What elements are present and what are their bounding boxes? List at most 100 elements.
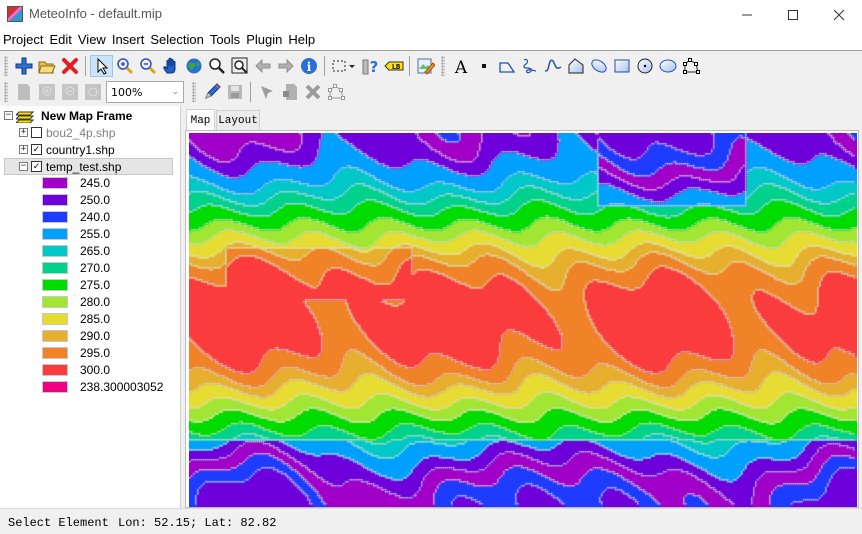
text-tool-icon: A bbox=[453, 58, 467, 75]
legend-swatch[interactable] bbox=[42, 296, 68, 308]
edit-pencil-button[interactable] bbox=[200, 81, 223, 103]
map-frame-node[interactable]: − New Map Frame bbox=[4, 107, 132, 124]
legend-label: 238.300003052 bbox=[80, 380, 164, 394]
toolbar-grip[interactable] bbox=[192, 82, 196, 102]
legend-swatch[interactable] bbox=[42, 364, 68, 376]
legend-swatch[interactable] bbox=[42, 194, 68, 206]
forward-button[interactable] bbox=[274, 55, 297, 77]
maximize-button[interactable] bbox=[770, 0, 816, 30]
zoom-in-icon bbox=[116, 58, 133, 75]
layer-item-selected[interactable]: − ✓ temp_test.shp bbox=[4, 158, 173, 175]
map-view-area: Map Layout bbox=[183, 106, 862, 508]
menu-edit[interactable]: Edit bbox=[46, 30, 74, 50]
page-fit-button[interactable] bbox=[81, 81, 104, 103]
add-layer-button[interactable] bbox=[12, 55, 35, 77]
close-button[interactable] bbox=[816, 0, 862, 30]
magnifier-icon bbox=[208, 58, 225, 74]
legend-swatch[interactable] bbox=[42, 211, 68, 223]
full-extent-button[interactable] bbox=[182, 55, 205, 77]
toolbar-grip[interactable] bbox=[4, 56, 8, 76]
select-pointer-button[interactable] bbox=[90, 55, 113, 77]
menu-help[interactable]: Help bbox=[285, 30, 318, 50]
layer-item[interactable]: + ✓ country1.shp bbox=[19, 141, 115, 158]
edit-vertices-button[interactable] bbox=[679, 55, 702, 77]
legend-swatch[interactable] bbox=[42, 262, 68, 274]
freehand-tool-button[interactable] bbox=[518, 55, 541, 77]
tab-map[interactable]: Map bbox=[186, 109, 215, 131]
expand-icon[interactable]: + bbox=[19, 128, 28, 137]
edit-layout-icon bbox=[417, 58, 435, 75]
minimize-button[interactable] bbox=[724, 0, 770, 30]
page-zoom-in-button[interactable] bbox=[35, 81, 58, 103]
legend-swatch[interactable] bbox=[42, 245, 68, 257]
forward-arrow-icon bbox=[278, 58, 294, 74]
zoom-in-button[interactable] bbox=[113, 55, 136, 77]
label-button[interactable]: LB bbox=[382, 55, 405, 77]
menu-tools[interactable]: Tools bbox=[207, 30, 243, 50]
select-rectangle-dropdown[interactable] bbox=[329, 55, 359, 77]
measure-help-icon: ? bbox=[362, 58, 378, 75]
edit-layout-button[interactable] bbox=[414, 55, 437, 77]
collapse-icon[interactable]: − bbox=[19, 162, 28, 171]
collapse-icon[interactable]: − bbox=[4, 111, 13, 120]
menu-selection[interactable]: Selection bbox=[147, 30, 206, 50]
layer-visibility-checkbox[interactable]: ✓ bbox=[31, 144, 42, 155]
page-zoom-out-button[interactable] bbox=[58, 81, 81, 103]
layer-visibility-checkbox[interactable]: ✓ bbox=[31, 161, 42, 172]
expand-icon[interactable]: + bbox=[19, 145, 28, 154]
map-frame[interactable] bbox=[185, 130, 859, 508]
zoom-level-select[interactable]: 100% ⌄ bbox=[106, 81, 184, 103]
toolbar-grip[interactable] bbox=[441, 56, 445, 76]
legend-swatch[interactable] bbox=[42, 228, 68, 240]
layer-visibility-checkbox[interactable] bbox=[31, 127, 42, 138]
point-tool-button[interactable] bbox=[472, 55, 495, 77]
toolbar-grip[interactable] bbox=[4, 82, 8, 102]
legend-label: 240.0 bbox=[80, 210, 111, 224]
legend-swatch[interactable] bbox=[42, 330, 68, 342]
curve-tool-button[interactable] bbox=[541, 55, 564, 77]
tab-layout[interactable]: Layout bbox=[216, 110, 260, 131]
new-page-button[interactable] bbox=[12, 81, 35, 103]
delete-feature-button[interactable] bbox=[301, 81, 324, 103]
ellipse-tool-icon bbox=[590, 59, 607, 73]
legend-label: 275.0 bbox=[80, 278, 111, 292]
select-feature-button[interactable] bbox=[255, 81, 278, 103]
polyline-tool-icon bbox=[498, 62, 515, 73]
legend-swatch[interactable] bbox=[42, 177, 68, 189]
measure-button[interactable]: ? bbox=[359, 55, 382, 77]
edit-polygon-button[interactable] bbox=[324, 81, 347, 103]
oval-tool-button[interactable] bbox=[656, 55, 679, 77]
save-edits-button[interactable] bbox=[223, 81, 246, 103]
layer-item[interactable]: + bou2_4p.shp bbox=[19, 124, 115, 141]
menu-insert[interactable]: Insert bbox=[109, 30, 148, 50]
legend-label: 265.0 bbox=[80, 244, 111, 258]
menu-project[interactable]: Project bbox=[0, 30, 46, 50]
legend-swatch[interactable] bbox=[42, 381, 68, 393]
back-button[interactable] bbox=[251, 55, 274, 77]
legend-swatch[interactable] bbox=[42, 347, 68, 359]
rectangle-tool-button[interactable] bbox=[610, 55, 633, 77]
remove-layer-button[interactable] bbox=[58, 55, 81, 77]
add-feature-button[interactable] bbox=[278, 81, 301, 103]
toolbar-area: i ? LB A 100% ⌄ bbox=[0, 50, 862, 106]
menu-plugin[interactable]: Plugin bbox=[243, 30, 285, 50]
temperature-map-canvas[interactable] bbox=[189, 133, 857, 507]
add-feature-icon bbox=[282, 84, 297, 100]
text-tool-button[interactable]: A bbox=[449, 55, 472, 77]
ellipse-tool-button[interactable] bbox=[587, 55, 610, 77]
open-project-button[interactable] bbox=[35, 55, 58, 77]
back-arrow-icon bbox=[254, 58, 270, 74]
circle-tool-button[interactable] bbox=[633, 55, 656, 77]
map-frame-name: New Map Frame bbox=[41, 108, 133, 123]
zoom-to-layer-button[interactable] bbox=[228, 55, 251, 77]
pan-button[interactable] bbox=[159, 55, 182, 77]
legend-swatch[interactable] bbox=[42, 313, 68, 325]
polygon-tool-button[interactable] bbox=[564, 55, 587, 77]
identify-button[interactable]: i bbox=[297, 55, 320, 77]
legend-swatch[interactable] bbox=[42, 279, 68, 291]
magnifier-button[interactable] bbox=[205, 55, 228, 77]
polyline-tool-button[interactable] bbox=[495, 55, 518, 77]
zoom-out-button[interactable] bbox=[136, 55, 159, 77]
add-layer-icon bbox=[15, 57, 32, 75]
menu-view[interactable]: View bbox=[75, 30, 109, 50]
